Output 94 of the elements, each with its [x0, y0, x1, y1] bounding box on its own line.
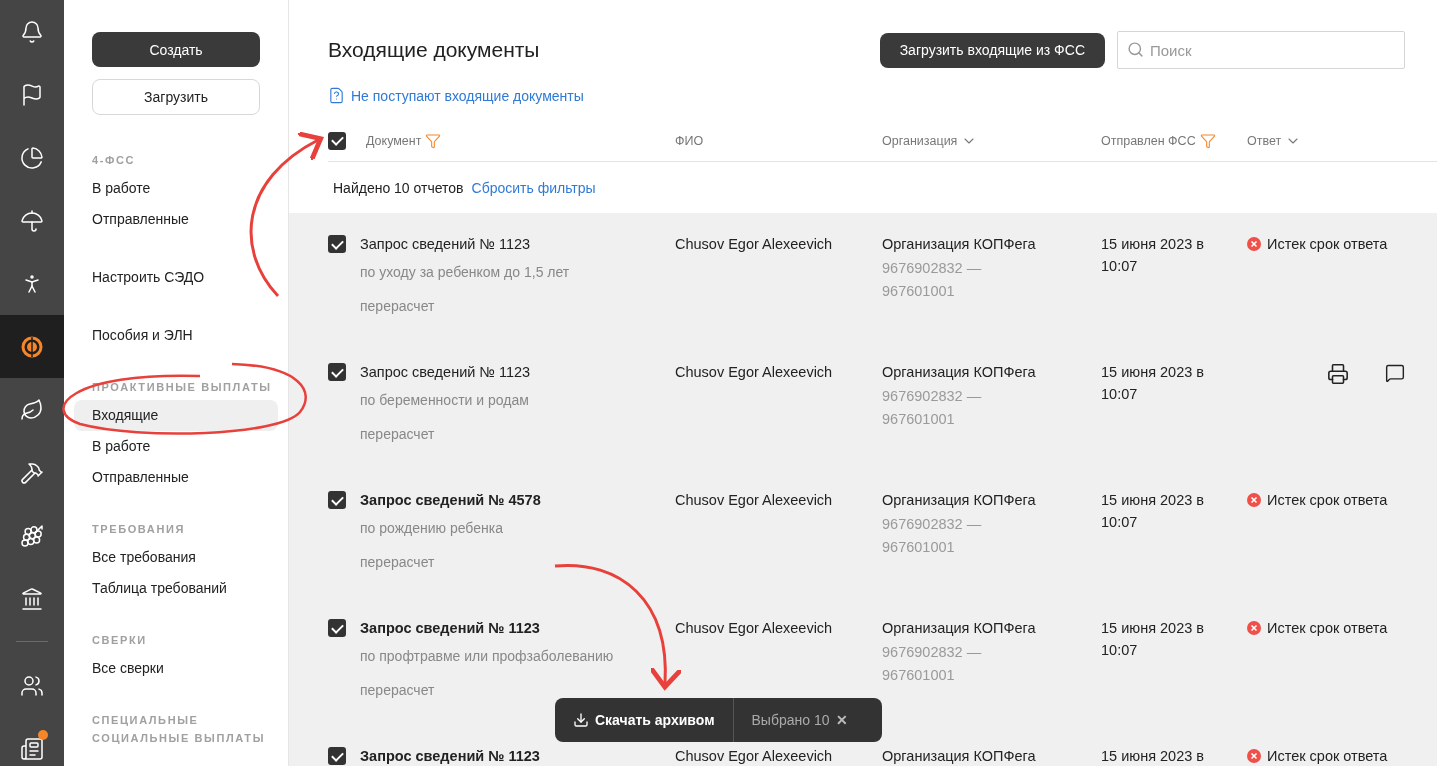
close-button[interactable]: ✕ — [829, 712, 854, 728]
column-header[interactable]: Организация — [882, 133, 958, 148]
nav-item[interactable]: В работе — [74, 431, 278, 462]
umbrella-icon — [20, 208, 44, 233]
checkbox[interactable] — [328, 619, 346, 637]
document-title[interactable]: Запрос сведений № 1123 — [360, 617, 540, 639]
document-title[interactable]: Запрос сведений № 1123 — [360, 361, 531, 383]
organization-codes: 9676902832 — 967601001 — [882, 387, 983, 429]
coin-icon — [20, 334, 44, 359]
comment-icon[interactable] — [1385, 363, 1405, 383]
person-name: Chusov Egor Alexeevich — [675, 619, 833, 638]
error-icon — [1247, 621, 1261, 635]
checkbox[interactable] — [328, 235, 346, 253]
person-name: Chusov Egor Alexeevich — [675, 491, 833, 510]
nav-item[interactable]: Отправленные — [74, 462, 278, 493]
sent-date: 15 июня 2023 в 10:07 — [1101, 491, 1205, 532]
reset-filters-link[interactable]: Сбросить фильтры — [471, 179, 596, 196]
status-text: Истек срок ответа — [1267, 491, 1388, 510]
organization-name: Организация КОПФега — [882, 235, 1036, 254]
status-text: Истек срок ответа — [1267, 619, 1388, 638]
hammer-icon — [20, 460, 44, 485]
sent-date: 15 июня 2023 в 10:07 — [1101, 619, 1205, 660]
organization-name: Организация КОПФега — [882, 747, 1036, 766]
column-header[interactable]: Отправлен ФСС — [1101, 133, 1196, 148]
section-heading: СПЕЦИАЛЬНЫЕ СОЦИАЛЬНЫЕ ВЫПЛАТЫ — [91, 713, 266, 746]
document-note: перерасчет — [360, 297, 435, 316]
document-note: перерасчет — [360, 425, 435, 444]
document-subtitle: по уходу за ребенком до 1,5 лет — [360, 263, 570, 282]
section-heading: СВЕРКИ — [91, 633, 148, 648]
column-header[interactable]: Документ — [366, 133, 422, 148]
sent-date: 15 июня 2023 в 10:07 — [1101, 235, 1205, 276]
section-heading: 4-ФСС — [91, 153, 137, 168]
error-icon — [1247, 493, 1261, 507]
nav-item[interactable]: В работе — [74, 173, 278, 204]
status-text: Истек срок ответа — [1267, 235, 1388, 254]
sent-date: 15 июня 2023 в — [1101, 747, 1205, 766]
nav-item[interactable]: Отправленные — [74, 204, 278, 235]
document-title[interactable]: Запрос сведений № 4578 — [360, 489, 541, 511]
flag-icon — [20, 82, 44, 107]
users-icon — [20, 673, 44, 698]
section-heading: ПРОАКТИВНЫЕ ВЫПЛАТЫ — [91, 380, 273, 395]
selected-count: Выбрано 10 — [750, 712, 830, 728]
checkbox[interactable] — [328, 131, 346, 150]
upload-button[interactable]: Загрузить — [92, 79, 260, 115]
bank-icon — [20, 586, 44, 611]
section-heading: ТРЕБОВАНИЯ — [91, 522, 186, 537]
person-name: Chusov Egor Alexeevich — [675, 747, 833, 766]
document-note: перерасчет — [360, 553, 435, 572]
person-name: Chusov Egor Alexeevich — [675, 363, 833, 382]
sent-date: 15 июня 2023 в 10:07 — [1101, 363, 1205, 404]
bell-icon — [20, 19, 44, 44]
download-archive-button[interactable]: Скачать архивом — [555, 698, 734, 742]
help-icon — [328, 87, 345, 104]
nav-item[interactable]: Все требования — [74, 542, 278, 573]
page-title: Входящие документы — [328, 38, 541, 62]
checkbox[interactable] — [328, 491, 346, 509]
search-icon — [1127, 41, 1144, 58]
load-button[interactable]: Загрузить входящие из ФСС — [879, 32, 1105, 68]
create-button[interactable]: Создать — [92, 32, 260, 67]
checkbox[interactable] — [328, 363, 346, 381]
checkbox[interactable] — [328, 747, 346, 765]
pie-chart-icon — [20, 145, 44, 170]
column-header[interactable]: ФИО — [675, 133, 704, 148]
results-count: Найдено 10 отчетов — [333, 179, 464, 196]
document-subtitle: по рождению ребенка — [360, 519, 503, 538]
nav-item[interactable]: Входящие — [74, 400, 278, 431]
leaf-icon — [20, 397, 44, 422]
error-icon — [1247, 749, 1261, 763]
nav-item[interactable]: Пособия и ЭЛН — [74, 320, 278, 351]
organization-codes: 9676902832 — 967601001 — [882, 259, 983, 301]
person-name: Chusov Egor Alexeevich — [675, 235, 833, 254]
nav-item[interactable]: Настроить СЭДО — [74, 262, 278, 293]
search-field[interactable]: Поиск — [1117, 31, 1405, 69]
newspaper-icon — [20, 736, 44, 761]
rail-item[interactable] — [0, 315, 64, 378]
error-icon — [1247, 237, 1261, 251]
grapes-icon — [20, 523, 44, 548]
nav-item[interactable]: Таблица требований — [74, 573, 278, 604]
column-header[interactable]: Ответ — [1247, 133, 1282, 148]
organization-name: Организация КОПФега — [882, 491, 1036, 510]
print-icon[interactable] — [1327, 363, 1349, 385]
document-subtitle: по беременности и родам — [360, 391, 529, 410]
status-text: Истек срок ответа — [1267, 747, 1388, 766]
document-subtitle: по профтравме или профзаболеванию — [360, 647, 614, 666]
organization-codes: 9676902832 — 967601001 — [882, 643, 983, 685]
document-title[interactable]: Запрос сведений № 1123 — [360, 745, 540, 766]
document-note: перерасчет — [360, 681, 435, 700]
help-link[interactable]: Не поступают входящие документы — [351, 87, 584, 104]
download-icon — [573, 712, 589, 728]
organization-name: Организация КОПФега — [882, 619, 1036, 638]
organization-name: Организация КОПФега — [882, 363, 1036, 382]
nav-item[interactable]: Все сверки — [74, 653, 278, 684]
document-title[interactable]: Запрос сведений № 1123 — [360, 233, 531, 255]
organization-codes: 9676902832 — 967601001 — [882, 515, 983, 557]
